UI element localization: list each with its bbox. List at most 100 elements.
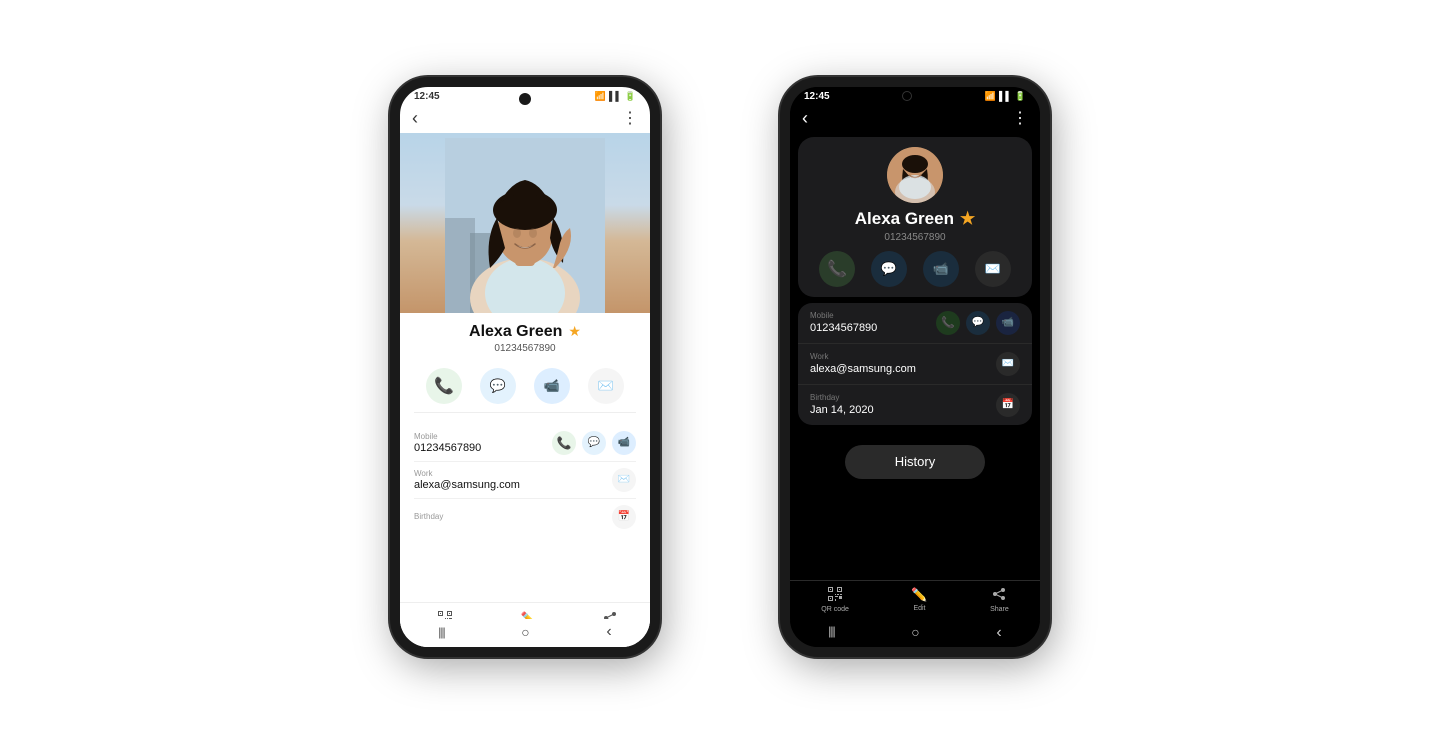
dark-edit-label: Edit: [913, 605, 925, 612]
volume-up-dark: [780, 247, 782, 277]
dark-qr-item[interactable]: QR code: [821, 587, 849, 613]
mobile-value: 01234567890: [414, 442, 552, 454]
recents-button[interactable]: |||: [438, 625, 444, 639]
volume-right-dark: [1048, 187, 1050, 215]
dark-status-icons: 📶 ▌▌ 🔋: [985, 91, 1026, 102]
mobile-label: Mobile: [414, 432, 552, 441]
system-navigation: ||| ○ ‹: [400, 619, 650, 647]
dark-qr-icon: [828, 587, 842, 604]
person-silhouette: [445, 138, 605, 313]
dark-birthday-value: Jan 14, 2020: [810, 404, 874, 416]
contact-photo: [400, 133, 650, 313]
dark-home-btn[interactable]: ○: [911, 624, 919, 642]
power-button-dark: [780, 177, 782, 227]
dark-call-btn[interactable]: 📞: [819, 251, 855, 287]
dark-work-info: Work alexa@samsung.com: [810, 352, 916, 375]
status-time: 12:45: [414, 91, 440, 102]
mobile-video-icon[interactable]: 📹: [612, 431, 636, 455]
dark-status-bar: 12:45 📶 ▌▌ 🔋: [790, 87, 1040, 104]
dark-work-row: Work alexa@samsung.com ✉️: [798, 344, 1032, 385]
dark-mobile-row: Mobile 01234567890 📞 💬 📹: [798, 303, 1032, 344]
contact-main-phone: 01234567890: [414, 343, 636, 354]
mobile-actions: 📞 💬 📹: [552, 431, 636, 455]
dark-back-sys-btn[interactable]: ‹: [996, 624, 1001, 642]
dark-work-label: Work: [810, 352, 916, 361]
mobile-detail-row: Mobile 01234567890 📞 💬 📹: [414, 425, 636, 462]
dark-email-btn[interactable]: ✉️: [975, 251, 1011, 287]
status-bar: 12:45 📶 ▌▌ 🔋: [400, 87, 650, 104]
contact-name-row: Alexa Green ★: [414, 323, 636, 341]
work-label: Work: [414, 469, 612, 478]
dark-video-btn[interactable]: 📹: [923, 251, 959, 287]
dark-mobile-label: Mobile: [810, 311, 877, 320]
work-value: alexa@samsung.com: [414, 479, 612, 491]
signal-icon: ▌▌: [609, 91, 622, 101]
back-sys-button[interactable]: ‹: [606, 623, 611, 641]
dark-share-item[interactable]: Share: [990, 587, 1009, 613]
dark-camera-dot: [902, 91, 912, 101]
history-button[interactable]: History: [845, 445, 985, 479]
camera-notch: [519, 93, 531, 105]
dark-signal-icon: ▌▌: [999, 91, 1012, 101]
power-button: [390, 177, 392, 227]
work-detail-row: Work alexa@samsung.com ✉️: [414, 462, 636, 499]
phone-dark: 12:45 📶 ▌▌ 🔋 ‹ ⋮: [780, 77, 1050, 657]
dark-system-nav: ||| ○ ‹: [790, 621, 1040, 647]
wifi-icon: 📶: [595, 91, 606, 102]
dark-share-icon: [992, 587, 1006, 604]
call-button[interactable]: 📞: [426, 368, 462, 404]
birthday-cal-icon[interactable]: 📅: [612, 505, 636, 529]
dark-work-value: alexa@samsung.com: [810, 363, 916, 375]
dark-mobile-msg[interactable]: 💬: [966, 311, 990, 335]
dark-birthday-info: Birthday Jan 14, 2020: [810, 393, 874, 416]
dark-more-options[interactable]: ⋮: [1012, 108, 1028, 128]
dark-birthday-cal[interactable]: 📅: [996, 393, 1020, 417]
history-section: History: [790, 431, 1040, 493]
email-button[interactable]: ✉️: [588, 368, 624, 404]
birthday-detail-row: Birthday 📅: [414, 499, 636, 535]
birthday-info: Birthday: [414, 512, 612, 522]
message-button[interactable]: 💬: [480, 368, 516, 404]
dark-back-button[interactable]: ‹: [802, 108, 808, 129]
dark-mobile-value: 01234567890: [810, 322, 877, 334]
dark-msg-btn[interactable]: 💬: [871, 251, 907, 287]
work-email-icon[interactable]: ✉️: [612, 468, 636, 492]
dark-edit-item[interactable]: ✏️ Edit: [911, 587, 927, 612]
home-button[interactable]: ○: [521, 624, 529, 640]
dark-mobile-actions: 📞 💬 📹: [936, 311, 1020, 335]
volume-down-button: [390, 287, 392, 317]
battery-icon: 🔋: [625, 91, 636, 102]
action-buttons-row: 📞 💬 📹 ✉️: [414, 362, 636, 413]
dark-recents-btn[interactable]: |||: [828, 624, 834, 642]
volume-down-dark: [780, 287, 782, 317]
dark-work-actions: ✉️: [996, 352, 1020, 376]
dark-share-label: Share: [990, 606, 1009, 613]
phone-light: 12:45 📶 ▌▌ 🔋 ‹ ⋮: [390, 77, 660, 657]
mobile-info: Mobile 01234567890: [414, 432, 552, 454]
more-options-button[interactable]: ⋮: [622, 108, 638, 128]
birthday-actions: 📅: [612, 505, 636, 529]
contact-name: Alexa Green: [469, 323, 562, 341]
video-button[interactable]: 📹: [534, 368, 570, 404]
avatar-image: [887, 147, 943, 203]
favorite-star[interactable]: ★: [568, 323, 581, 340]
dark-status-time: 12:45: [804, 91, 830, 102]
dark-birthday-actions: 📅: [996, 393, 1020, 417]
top-navigation: ‹ ⋮: [400, 104, 650, 133]
dark-main-phone: 01234567890: [812, 232, 1018, 243]
dark-mobile-call[interactable]: 📞: [936, 311, 960, 335]
dark-mobile-video[interactable]: 📹: [996, 311, 1020, 335]
dark-edit-icon: ✏️: [911, 587, 927, 603]
dark-wifi-icon: 📶: [985, 91, 996, 102]
dark-star[interactable]: ★: [960, 209, 975, 229]
history-label: History: [895, 454, 935, 469]
back-button[interactable]: ‹: [412, 108, 418, 129]
mobile-msg-icon[interactable]: 💬: [582, 431, 606, 455]
status-icons: 📶 ▌▌ 🔋: [595, 91, 636, 102]
work-actions: ✉️: [612, 468, 636, 492]
dark-action-row: 📞 💬 📹 ✉️: [812, 251, 1018, 287]
mobile-call-icon[interactable]: 📞: [552, 431, 576, 455]
dark-work-email[interactable]: ✉️: [996, 352, 1020, 376]
dark-contact-card: Alexa Green ★ 01234567890 📞 💬 📹 ✉️: [798, 137, 1032, 297]
contact-info: Alexa Green ★ 01234567890 📞 💬 📹 ✉️: [400, 313, 650, 419]
